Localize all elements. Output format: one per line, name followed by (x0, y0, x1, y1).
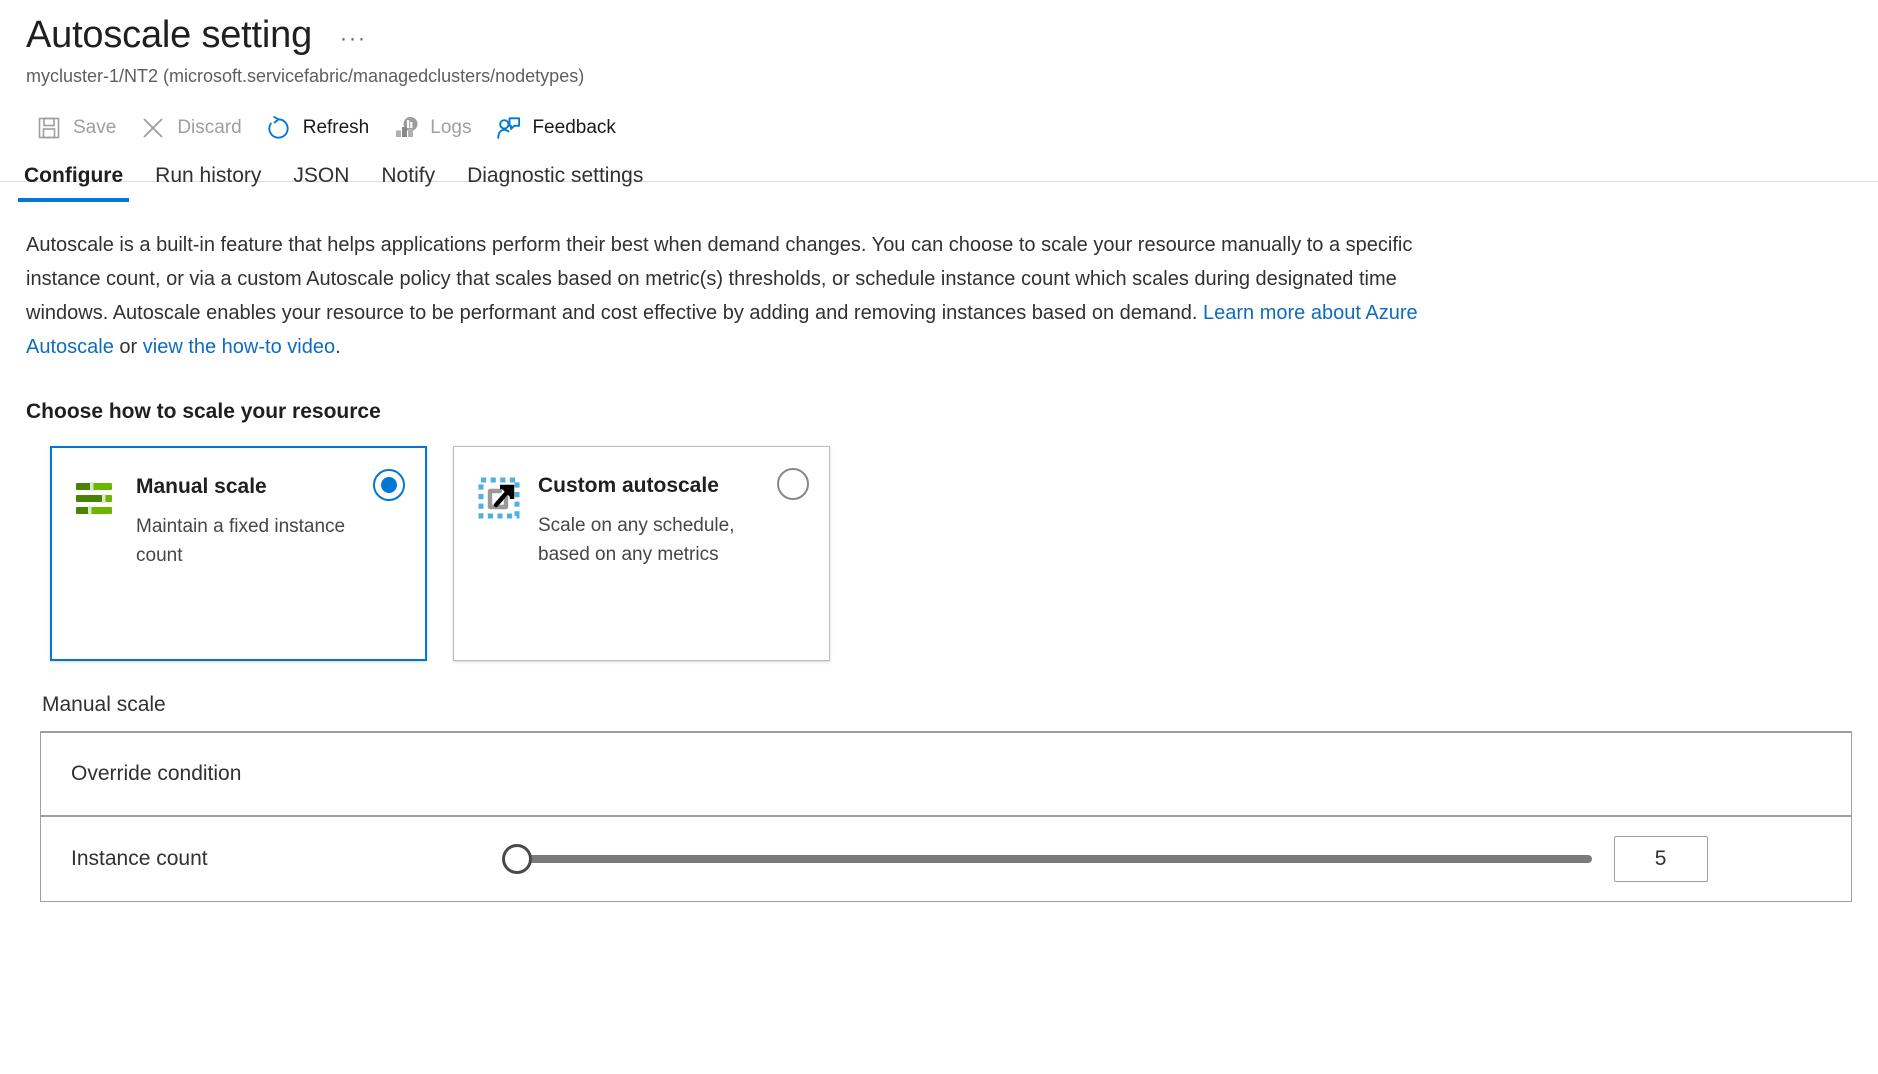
refresh-button[interactable]: Refresh (256, 106, 384, 150)
tab-run-history[interactable]: Run history (139, 163, 277, 202)
logs-icon (393, 115, 419, 141)
feedback-label: Feedback (532, 117, 615, 139)
tab-configure[interactable]: Configure (8, 163, 139, 202)
refresh-label: Refresh (303, 117, 370, 139)
autoscale-description: Autoscale is a built-in feature that hel… (26, 228, 1456, 364)
override-condition-label: Override condition (71, 762, 241, 786)
slider-thumb[interactable] (502, 844, 532, 874)
description-mid: or (114, 336, 143, 358)
instance-count-label: Instance count (71, 847, 208, 871)
save-icon (36, 115, 62, 141)
logs-label: Logs (430, 117, 471, 139)
custom-autoscale-title: Custom autoscale (538, 473, 770, 499)
instance-count-slider[interactable] (502, 842, 1592, 876)
save-label: Save (73, 117, 116, 139)
slider-track[interactable] (516, 855, 1592, 863)
feedback-button[interactable]: Feedback (485, 106, 629, 150)
manual-scale-radio[interactable] (373, 469, 405, 501)
tab-bar: Configure Run history JSON Notify Diagno… (0, 150, 1878, 202)
manual-scale-panel-label: Manual scale (42, 693, 1878, 717)
manual-scale-subtitle: Maintain a fixed instance count (136, 512, 368, 570)
resource-subtitle: mycluster-1/NT2 (microsoft.servicefabric… (26, 64, 1878, 88)
discard-icon (140, 115, 166, 141)
discard-label: Discard (177, 117, 241, 139)
scale-option-custom-autoscale[interactable]: Custom autoscale Scale on any schedule, … (453, 446, 830, 661)
more-options-icon[interactable]: ··· (334, 28, 373, 50)
override-condition-row: Override condition (41, 733, 1851, 817)
tab-notify[interactable]: Notify (365, 163, 451, 202)
tab-json[interactable]: JSON (277, 163, 365, 202)
manual-scale-grid: Override condition Instance count 5 (40, 731, 1852, 902)
instance-count-input[interactable]: 5 (1614, 836, 1708, 882)
autoscale-setting-page: Autoscale setting ··· mycluster-1/NT2 (m… (0, 0, 1878, 1074)
scale-option-cards: Manual scale Maintain a fixed instance c… (50, 446, 1878, 661)
logs-button[interactable]: Logs (383, 106, 485, 150)
tab-diagnostic-settings[interactable]: Diagnostic settings (451, 163, 659, 202)
page-header: Autoscale setting ··· mycluster-1/NT2 (m… (0, 0, 1878, 150)
section-heading: Choose how to scale your resource (26, 400, 1878, 424)
save-button[interactable]: Save (26, 106, 130, 150)
title-row: Autoscale setting ··· (26, 12, 1878, 58)
scale-out-arrow-icon (476, 475, 522, 521)
description-end: . (335, 336, 341, 358)
instance-count-row: Instance count 5 (41, 817, 1851, 901)
manual-scale-title: Manual scale (136, 474, 368, 500)
how-to-video-link[interactable]: view the how-to video (143, 336, 335, 358)
custom-autoscale-radio[interactable] (777, 468, 809, 500)
command-toolbar: Save Discard Refresh (26, 106, 1878, 150)
page-title: Autoscale setting (26, 12, 312, 58)
sliders-icon (74, 476, 120, 522)
custom-autoscale-subtitle: Scale on any schedule, based on any metr… (538, 511, 770, 569)
discard-button[interactable]: Discard (130, 106, 255, 150)
feedback-icon (495, 115, 521, 141)
refresh-icon (266, 115, 292, 141)
scale-option-manual-scale[interactable]: Manual scale Maintain a fixed instance c… (50, 446, 427, 661)
